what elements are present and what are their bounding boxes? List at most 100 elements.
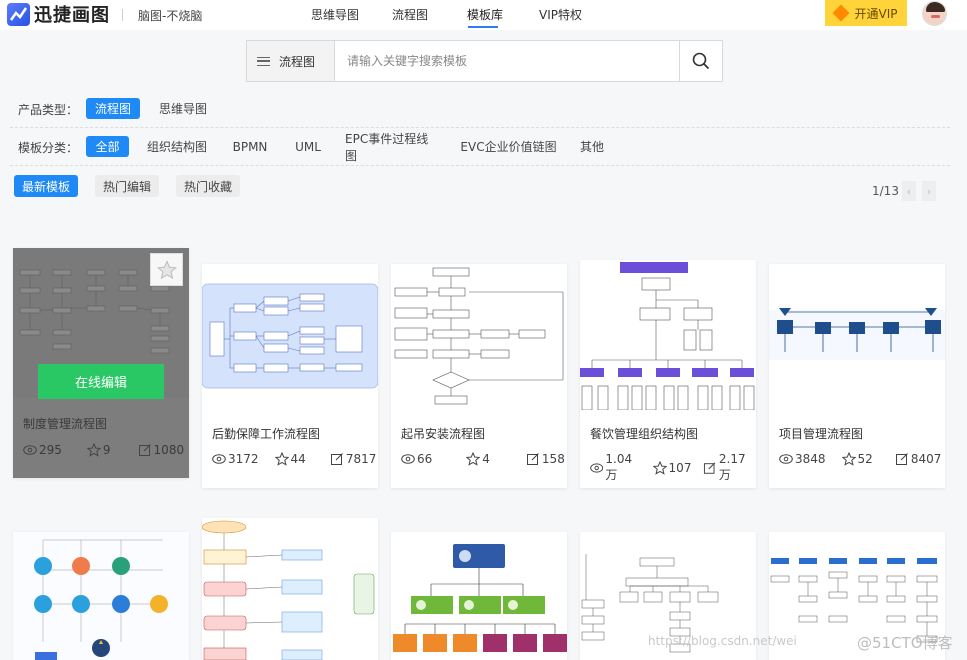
- open-vip-label: 开通VIP: [854, 6, 898, 21]
- filter-divider-2: [10, 165, 950, 166]
- category-epc-chip[interactable]: EPC事件过程线图: [345, 132, 440, 163]
- menu-icon: [257, 56, 270, 66]
- nav-flowchart[interactable]: 流程图: [392, 6, 428, 23]
- views-count: 66: [417, 452, 433, 466]
- template-thumbnail: [202, 264, 378, 414]
- views-count: 3172: [228, 452, 259, 466]
- product-mindmap-chip[interactable]: 思维导图: [155, 98, 211, 119]
- views-stat: 3172: [212, 452, 259, 466]
- nav-templates[interactable]: 模板库: [467, 6, 503, 23]
- search-type-dropdown[interactable]: 流程图: [247, 41, 335, 81]
- likes-stat: 4: [466, 452, 490, 466]
- views-count: 1.04万: [605, 452, 633, 482]
- template-card[interactable]: 后勤保障工作流程图 3172 44 7817: [202, 264, 378, 488]
- user-avatar[interactable]: [922, 1, 947, 26]
- likes-stat: 44: [274, 452, 306, 466]
- template-stats: 1.04万 107 2.17万: [590, 452, 756, 483]
- likes-stat: 52: [841, 452, 873, 466]
- views-stat: 66: [401, 452, 432, 466]
- template-card[interactable]: [202, 518, 378, 660]
- template-title[interactable]: 起吊安装流程图: [401, 425, 485, 442]
- edits-count: 8407: [910, 452, 942, 466]
- template-title[interactable]: 制度管理流程图: [23, 415, 107, 432]
- open-vip-button[interactable]: 开通VIP: [825, 0, 907, 26]
- page-indicator: 1/13: [872, 184, 899, 198]
- template-thumbnail: [769, 264, 945, 414]
- edit-icon: [704, 461, 716, 474]
- star-icon: [652, 460, 667, 475]
- sort-hot-fav-button[interactable]: 热门收藏: [176, 175, 240, 197]
- template-title[interactable]: 餐饮管理组织结构图: [590, 425, 698, 442]
- watermark-badge: @51CTO博客: [857, 634, 953, 652]
- likes-count: 4: [482, 452, 490, 466]
- template-card[interactable]: 项目管理流程图 3848 52 8407: [769, 264, 945, 488]
- search-button[interactable]: [679, 41, 722, 81]
- edits-stat: 158: [526, 452, 565, 466]
- likes-count: 107: [668, 460, 692, 475]
- edits-count: 158: [541, 452, 565, 466]
- eye-icon: [779, 454, 793, 464]
- category-uml-chip[interactable]: UML: [290, 136, 326, 157]
- template-stats: 3172 44 7817: [212, 452, 376, 466]
- eye-icon: [590, 462, 604, 473]
- template-title[interactable]: 后勤保障工作流程图: [212, 425, 320, 442]
- sort-newest-button[interactable]: 最新模板: [14, 175, 78, 197]
- star-outline-icon: [156, 259, 177, 279]
- logo-text: 迅捷画图: [34, 5, 110, 26]
- sort-hot-edit-button[interactable]: 热门编辑: [95, 175, 159, 197]
- category-other-chip[interactable]: 其他: [576, 136, 608, 157]
- online-edit-button[interactable]: 在线编辑: [38, 364, 164, 399]
- category-org-chip[interactable]: 组织结构图: [144, 136, 210, 157]
- likes-count: 52: [857, 452, 873, 466]
- logo[interactable]: 迅捷画图: [7, 1, 110, 27]
- chevron-right-icon: ›: [926, 184, 932, 198]
- template-thumbnail: [13, 532, 189, 660]
- views-stat: 1.04万: [590, 452, 643, 483]
- eye-icon: [212, 454, 226, 464]
- template-title[interactable]: 项目管理流程图: [779, 425, 863, 442]
- template-thumbnail: [391, 264, 567, 414]
- template-thumbnail: [202, 518, 378, 660]
- category-bpmn-chip[interactable]: BPMN: [229, 136, 271, 157]
- star-icon: [274, 452, 289, 466]
- views-stat: 295: [23, 443, 62, 457]
- prev-page-button[interactable]: ‹: [902, 181, 916, 201]
- edits-count: 1080: [153, 443, 185, 457]
- search-type-label: 流程图: [279, 54, 316, 69]
- template-thumbnail: [391, 532, 567, 660]
- edits-stat: 2.17万: [703, 452, 756, 483]
- edit-icon: [895, 453, 908, 465]
- template-card[interactable]: 起吊安装流程图 66 4 158: [391, 264, 567, 488]
- views-stat: 3848: [779, 452, 826, 466]
- template-stats: 66 4 158: [401, 452, 565, 466]
- template-thumbnail: [580, 260, 756, 410]
- views-count: 295: [39, 443, 62, 457]
- edit-icon: [526, 453, 539, 465]
- template-card[interactable]: 餐饮管理组织结构图 1.04万 107 2.17万: [580, 260, 756, 488]
- nav-mindmap[interactable]: 思维导图: [311, 6, 359, 23]
- star-icon: [841, 452, 856, 466]
- likes-count: 44: [290, 452, 306, 466]
- edit-icon: [330, 453, 343, 465]
- product-type-label: 产品类型：: [18, 103, 79, 117]
- eye-icon: [401, 454, 415, 464]
- favorite-button[interactable]: [150, 253, 183, 286]
- edits-count: 7817: [345, 452, 377, 466]
- category-label: 模板分类：: [18, 141, 79, 155]
- nav-vip[interactable]: VIP特权: [539, 6, 582, 23]
- search-input[interactable]: [336, 41, 680, 81]
- chevron-left-icon: ‹: [906, 184, 912, 198]
- category-all-chip[interactable]: 全部: [86, 136, 129, 157]
- template-stats: 3848 52 8407: [779, 452, 941, 466]
- next-page-button[interactable]: ›: [922, 181, 936, 201]
- category-evc-chip[interactable]: EVC企业价值链图: [460, 136, 557, 157]
- template-card[interactable]: [13, 532, 189, 660]
- edit-icon: [138, 444, 151, 456]
- template-card[interactable]: [391, 532, 567, 660]
- watermark-url: https://blog.csdn.net/wei: [648, 634, 797, 648]
- product-flowchart-chip[interactable]: 流程图: [86, 98, 140, 119]
- nav-active-underline: [468, 26, 498, 28]
- views-count: 3848: [795, 452, 826, 466]
- likes-stat: 107: [652, 460, 692, 475]
- logo-slogan: 脑图-不烧脑: [138, 9, 203, 23]
